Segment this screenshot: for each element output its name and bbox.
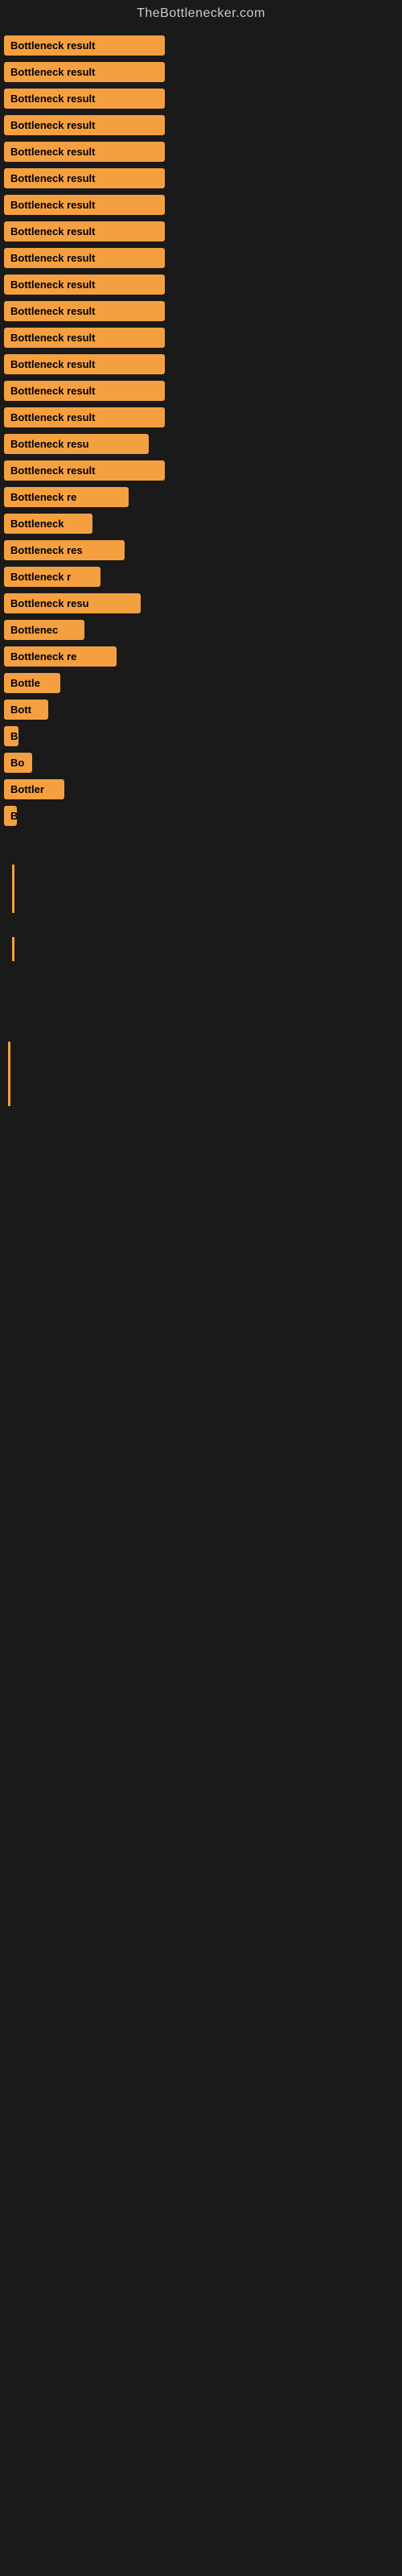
list-item: Bottleneck r [4, 567, 398, 587]
bottom-bar [8, 1042, 10, 1106]
bottleneck-badge: Bottler [4, 779, 64, 799]
bottleneck-badge: Bottleneck result [4, 221, 165, 242]
list-item: Bottlenec [4, 620, 398, 640]
list-item: Bott [4, 700, 398, 720]
list-item: Bottleneck res [4, 540, 398, 560]
small-bar [12, 937, 14, 961]
bottleneck-badge: Bottleneck result [4, 195, 165, 215]
list-item: Bottleneck re [4, 646, 398, 667]
bottleneck-badge: Bottleneck res [4, 540, 125, 560]
list-item: Bottleneck result [4, 195, 398, 215]
bottleneck-badge: B [4, 726, 18, 746]
bottleneck-badge: Bottleneck result [4, 301, 165, 321]
list-item: Bottleneck result [4, 115, 398, 135]
list-item: B [4, 726, 398, 746]
list-item: Bo [4, 753, 398, 773]
bottleneck-badge: Bottleneck resu [4, 434, 149, 454]
list-item: Bottleneck result [4, 35, 398, 56]
list-item: Bottleneck result [4, 407, 398, 427]
list-item: Bottleneck result [4, 248, 398, 268]
list-item: Bottleneck result [4, 142, 398, 162]
list-item: Bottleneck resu [4, 593, 398, 613]
list-item: Bottleneck [4, 514, 398, 534]
bottleneck-badge: Bo [4, 753, 32, 773]
bottleneck-badge: Bottleneck result [4, 381, 165, 401]
bottleneck-badge: Bottleneck re [4, 487, 129, 507]
list-item: Bottleneck result [4, 381, 398, 401]
bottleneck-badge: Bottleneck result [4, 328, 165, 348]
bottleneck-badge: Bottleneck result [4, 248, 165, 268]
list-item: Bottleneck result [4, 275, 398, 295]
list-item: Bottler [4, 779, 398, 799]
list-item: Bottleneck result [4, 354, 398, 374]
bottleneck-badge: B [4, 806, 17, 826]
bottleneck-badge: Bottleneck result [4, 407, 165, 427]
list-item: Bottleneck result [4, 168, 398, 188]
bottleneck-badge: Bottleneck result [4, 168, 165, 188]
bottleneck-badge: Bottleneck result [4, 62, 165, 82]
bottleneck-badge: Bottleneck result [4, 35, 165, 56]
list-item: Bottleneck result [4, 328, 398, 348]
bottleneck-badge: Bottleneck r [4, 567, 100, 587]
vertical-bar [12, 865, 14, 913]
bottleneck-badge: Bottleneck re [4, 646, 117, 667]
list-item: Bottleneck result [4, 460, 398, 481]
list-item: Bottleneck resu [4, 434, 398, 454]
bottleneck-badge: Bottle [4, 673, 60, 693]
list-item: Bottleneck result [4, 221, 398, 242]
list-item: B [4, 806, 398, 826]
bottleneck-badge: Bottleneck result [4, 89, 165, 109]
bottleneck-badge: Bottleneck result [4, 354, 165, 374]
bottleneck-badge: Bottleneck result [4, 142, 165, 162]
bottleneck-badge: Bottlenec [4, 620, 84, 640]
bottleneck-badge: Bottleneck resu [4, 593, 141, 613]
list-item: Bottleneck result [4, 62, 398, 82]
site-title: TheBottlenecker.com [0, 0, 402, 27]
bottleneck-badge: Bottleneck result [4, 115, 165, 135]
results-container: Bottleneck result Bottleneck result Bott… [0, 27, 402, 1114]
list-item: Bottleneck result [4, 301, 398, 321]
list-item: Bottleneck result [4, 89, 398, 109]
bottleneck-badge: Bottleneck result [4, 275, 165, 295]
bottleneck-badge: Bott [4, 700, 48, 720]
bottleneck-badge: Bottleneck [4, 514, 92, 534]
bottleneck-badge: Bottleneck result [4, 460, 165, 481]
list-item: Bottle [4, 673, 398, 693]
list-item: Bottleneck re [4, 487, 398, 507]
